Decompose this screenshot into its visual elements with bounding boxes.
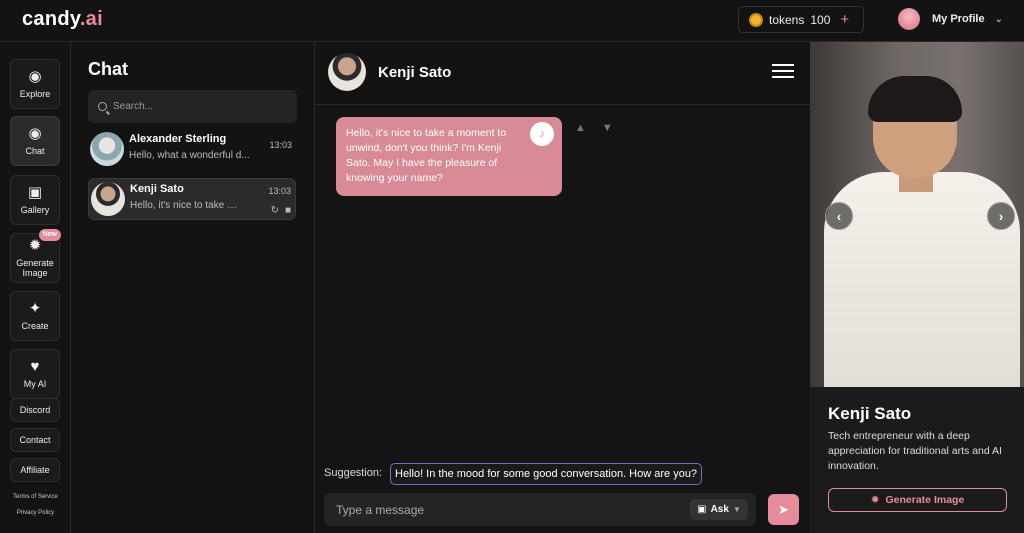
generate-icon: ✹ — [870, 494, 880, 506]
gallery-icon: ▣ — [27, 184, 43, 201]
message-input-bar: ▣ Ask ▼ — [324, 493, 756, 526]
chat-title: Kenji Sato — [378, 64, 452, 81]
privacy-link[interactable]: Privacy Policy — [0, 510, 71, 516]
nav-gallery[interactable]: ▣ Gallery — [10, 175, 60, 225]
avatar — [90, 132, 124, 166]
chat-main: Kenji Sato Hello, it's nice to take a mo… — [315, 42, 810, 533]
list-item[interactable]: Alexander Sterling Hello, what a wonderf… — [88, 129, 296, 171]
profile-label: My Profile — [932, 13, 985, 25]
message-text: Hello, it's nice to take a moment to unw… — [346, 127, 507, 184]
ask-label: Ask — [710, 504, 729, 515]
tokens-label: tokens — [769, 12, 805, 27]
thumbs-up-icon[interactable]: ▲ — [575, 122, 586, 134]
nav-my-ai[interactable]: ♥ My AI — [10, 349, 60, 399]
chevron-left-icon[interactable]: ‹ — [825, 202, 853, 230]
chat-list-title: Chat — [88, 59, 128, 79]
nav-generate-label: Generate Image — [16, 258, 54, 278]
conversation-preview: Hello, it's nice to take a moment to unw… — [130, 200, 238, 211]
search-input[interactable]: Search... — [88, 90, 297, 123]
list-item[interactable]: Kenji Sato Hello, it's nice to take a mo… — [88, 178, 296, 220]
nav-discord[interactable]: Discord — [10, 398, 60, 422]
search-icon — [98, 102, 107, 111]
conversation-actions: ↻ ■ — [271, 205, 291, 216]
nav-explore[interactable]: ◉ Explore — [10, 59, 60, 109]
terms-link[interactable]: Terms of Service — [0, 494, 71, 500]
avatar — [91, 182, 125, 216]
avatar — [898, 8, 920, 30]
message-feedback: ▲ ▼ — [575, 122, 613, 134]
logo-main: candy — [22, 8, 80, 30]
nav-gallery-label: Gallery — [20, 205, 50, 215]
conversation-time: 13:03 — [269, 140, 292, 150]
ask-dropdown[interactable]: ▣ Ask ▼ — [690, 499, 748, 520]
nav-myai-label: My AI — [23, 379, 47, 389]
speaker-icon[interactable]: ♪ — [530, 122, 554, 146]
conversation-preview: Hello, what a wonderful d... — [129, 150, 250, 161]
generate-icon: ✹ — [28, 237, 42, 254]
left-nav: ◉ Explore ◉ Chat ▣ Gallery New ✹ Generat… — [0, 42, 71, 533]
nav-create[interactable]: ✦ Create — [10, 291, 60, 341]
add-tokens-icon[interactable]: + — [840, 11, 849, 28]
coin-icon — [749, 12, 763, 27]
reset-icon[interactable]: ↻ — [271, 205, 279, 216]
new-badge: New — [38, 229, 61, 241]
nav-explore-label: Explore — [19, 89, 51, 99]
search-placeholder: Search... — [113, 101, 154, 112]
nav-chat-label: Chat — [25, 146, 45, 156]
conversation-name: Alexander Sterling — [129, 133, 227, 145]
suggestion-chip[interactable]: Hello! In the mood for some good convers… — [390, 463, 703, 485]
conversation-name: Kenji Sato — [130, 183, 184, 195]
nav-generate-image[interactable]: New ✹ Generate Image — [10, 229, 61, 283]
compass-icon: ◉ — [28, 68, 42, 85]
image-icon: ▣ — [697, 504, 707, 515]
nav-create-label: Create — [21, 321, 49, 331]
chevron-right-icon[interactable]: › — [987, 202, 1015, 230]
top-bar: candy.ai tokens 100 + My Profile ⌄ — [0, 0, 1024, 42]
character-panel: ‹ › Kenji Sato Tech entrepreneur with a … — [810, 42, 1024, 533]
thumbs-down-icon[interactable]: ▼ — [602, 122, 613, 134]
generate-image-button[interactable]: ✹ Generate Image — [828, 488, 1007, 512]
suggestion-label: Suggestion: — [324, 467, 383, 479]
message-input[interactable] — [324, 493, 684, 526]
send-icon: ➤ — [778, 501, 789, 517]
character-name: Kenji Sato — [828, 404, 912, 423]
character-photo: ‹ › — [810, 42, 1024, 387]
tokens-button[interactable]: tokens 100 + — [738, 6, 864, 33]
panel-toggle-icon[interactable] — [772, 64, 794, 80]
trash-icon[interactable]: ■ — [285, 205, 291, 216]
nav-chat[interactable]: ◉ Chat — [10, 116, 60, 166]
tokens-count: 100 — [810, 12, 831, 27]
nav-affiliate[interactable]: Affiliate — [10, 458, 60, 482]
send-button[interactable]: ➤ — [768, 494, 799, 525]
conversation-time: 13:03 — [268, 186, 291, 196]
chevron-down-icon: ▼ — [732, 505, 741, 514]
generate-image-label: Generate Image — [885, 494, 965, 506]
chevron-down-icon: ⌄ — [994, 13, 1003, 25]
magic-wand-icon: ✦ — [28, 300, 42, 317]
chat-bubble-icon: ◉ — [28, 125, 42, 142]
character-description: Tech entrepreneur with a deep appreciati… — [828, 430, 1002, 472]
logo-ai: .ai — [79, 8, 103, 30]
avatar[interactable] — [328, 53, 366, 91]
heart-icon: ♥ — [30, 358, 40, 375]
profile-menu[interactable]: My Profile ⌄ — [898, 8, 1003, 30]
chat-header: Kenji Sato — [315, 42, 810, 105]
logo[interactable]: candy.ai — [22, 8, 103, 31]
nav-contact[interactable]: Contact — [10, 428, 60, 452]
message-bubble: Hello, it's nice to take a moment to unw… — [336, 117, 562, 196]
chat-list-panel: Chat Search... Alexander Sterling Hello,… — [71, 42, 315, 533]
